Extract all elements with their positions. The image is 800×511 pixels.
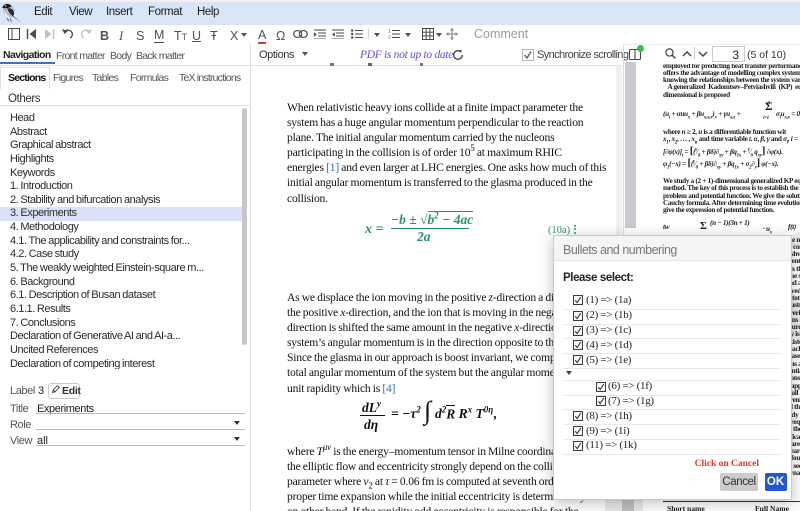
svg-text:2: 2 [388, 36, 391, 40]
svg-text:1: 1 [388, 29, 391, 35]
